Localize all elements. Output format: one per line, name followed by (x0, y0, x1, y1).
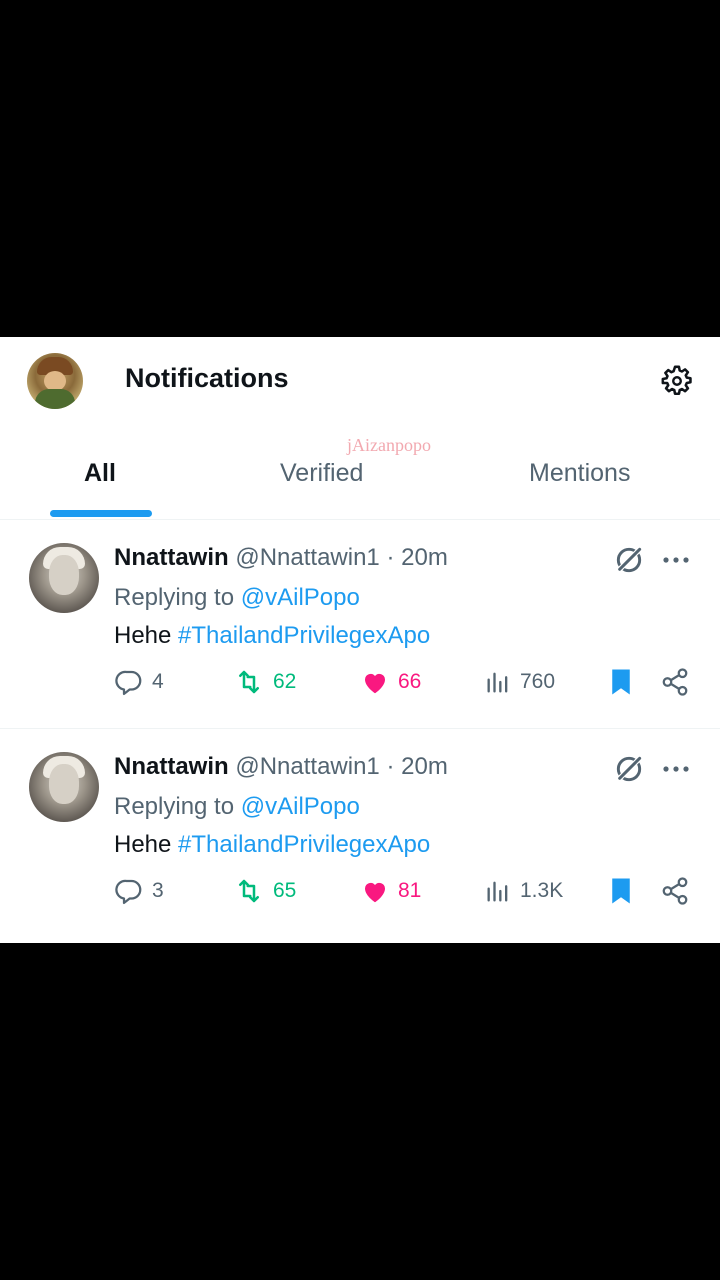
reply-icon (115, 879, 142, 904)
views-icon (487, 672, 508, 693)
hashtag-link[interactable]: #ThailandPrivilegexApo (178, 622, 430, 649)
display-name[interactable]: Nnattawin (114, 544, 229, 571)
tweet-header: Nnattawin @Nnattawin1 · 20m (114, 544, 448, 572)
separator: · (386, 544, 395, 571)
views-icon (487, 881, 508, 902)
share-icon (662, 668, 688, 696)
notification-tabs: All Verified Mentions (0, 437, 720, 520)
handle: @Nnattawin1 (235, 753, 380, 780)
share-button[interactable] (660, 666, 690, 698)
tweet-body: Hehe (114, 622, 172, 649)
timestamp: 20m (401, 544, 448, 571)
reply-count: 4 (152, 670, 164, 693)
timestamp: 20m (401, 753, 448, 780)
notifications-panel: Notifications jAizanpopo All Verified Me… (0, 337, 720, 943)
like-count: 66 (398, 670, 422, 693)
more-icon[interactable] (660, 550, 692, 570)
tweet-item[interactable]: Nnattawin @Nnattawin1 · 20m Replying to … (0, 729, 720, 937)
top-bar: Notifications (0, 337, 720, 427)
grok-icon[interactable] (613, 544, 645, 576)
views-button[interactable]: 1.3K (484, 875, 563, 907)
tab-mentions[interactable]: Mentions (529, 459, 630, 488)
replying-prefix: Replying to (114, 793, 235, 820)
bookmark-icon (612, 878, 630, 904)
display-name[interactable]: Nnattawin (114, 753, 229, 780)
hashtag-link[interactable]: #ThailandPrivilegexApo (178, 831, 430, 858)
active-tab-indicator (50, 510, 152, 517)
like-count: 81 (398, 879, 422, 902)
tweet-header: Nnattawin @Nnattawin1 · 20m (114, 753, 448, 781)
bookmark-button[interactable] (608, 666, 634, 698)
separator: · (386, 753, 395, 780)
replying-prefix: Replying to (114, 584, 235, 611)
like-button[interactable]: 66 (360, 666, 421, 698)
mention-link[interactable]: @vAilPopo (241, 584, 360, 611)
retweet-count: 65 (273, 879, 297, 902)
avatar[interactable] (29, 543, 99, 613)
heart-icon (365, 673, 385, 694)
retweet-button[interactable]: 62 (233, 666, 296, 698)
bookmark-button[interactable] (608, 875, 634, 907)
replying-to: Replying to @vAilPopo (114, 584, 360, 612)
tweet-text: Hehe #ThailandPrivilegexApo (114, 831, 430, 859)
views-count: 760 (520, 670, 556, 693)
retweet-count: 62 (273, 670, 297, 693)
replying-to: Replying to @vAilPopo (114, 793, 360, 821)
reply-button[interactable]: 3 (114, 875, 164, 907)
views-button[interactable]: 760 (484, 666, 555, 698)
tab-verified[interactable]: Verified (280, 459, 363, 488)
share-button[interactable] (660, 875, 690, 907)
share-icon (662, 877, 688, 905)
grok-icon[interactable] (613, 753, 645, 785)
like-button[interactable]: 81 (360, 875, 421, 907)
tweet-text: Hehe #ThailandPrivilegexApo (114, 622, 430, 650)
reply-button[interactable]: 4 (114, 666, 164, 698)
tab-all[interactable]: All (84, 459, 116, 488)
gear-icon[interactable] (660, 364, 694, 398)
retweet-icon (239, 879, 259, 903)
retweet-button[interactable]: 65 (233, 875, 296, 907)
mention-link[interactable]: @vAilPopo (241, 793, 360, 820)
reply-icon (115, 670, 142, 695)
handle: @Nnattawin1 (235, 544, 380, 571)
profile-avatar[interactable] (27, 353, 83, 409)
views-count: 1.3K (520, 879, 564, 902)
avatar[interactable] (29, 752, 99, 822)
reply-count: 3 (152, 879, 164, 902)
retweet-icon (239, 670, 259, 694)
heart-icon (365, 882, 385, 903)
page-title: Notifications (125, 363, 289, 393)
tweet-body: Hehe (114, 831, 172, 858)
more-icon[interactable] (660, 759, 692, 779)
tweet-item[interactable]: Nnattawin @Nnattawin1 · 20m Replying to … (0, 520, 720, 729)
bookmark-icon (612, 669, 630, 695)
